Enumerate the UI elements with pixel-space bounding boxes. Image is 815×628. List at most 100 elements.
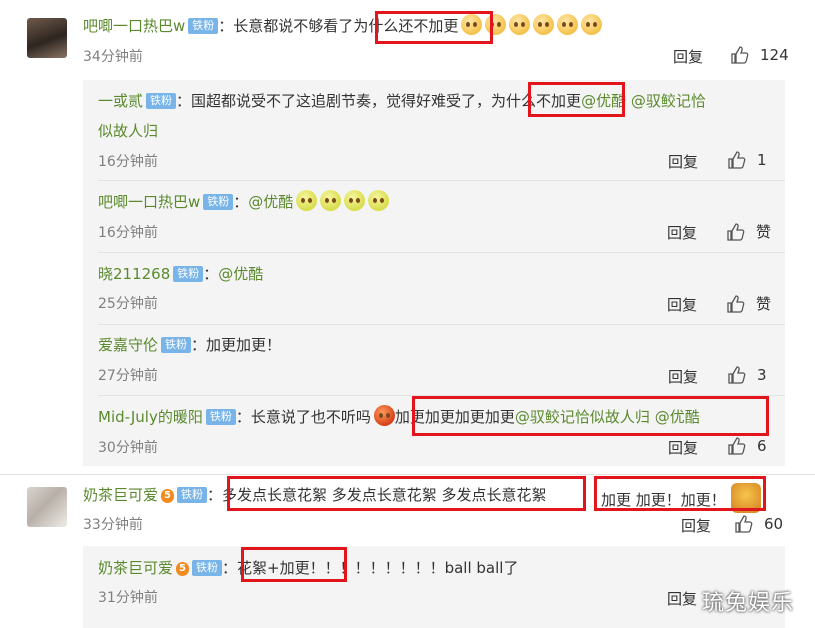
timestamp: 27分钟前 [98,368,158,384]
fan-badge[interactable]: 铁粉 [203,194,234,210]
fan-level-badge[interactable]: 5 [176,562,189,576]
comment-text-highlight: 为什么还不加更 [353,17,459,35]
like-button[interactable]: 赞 [726,221,771,242]
avatar[interactable] [27,487,67,527]
mention-link[interactable]: @优酷 [581,92,626,110]
comment-line: 奶茶巨可爱 5 铁粉 ：多发点长意花絮 多发点长意花絮 多发点长意花絮 [83,486,547,504]
like-count: 3 [757,366,767,384]
timestamp: 33分钟前 [83,517,143,533]
comment-line: 吧唧一口热巴w 铁粉 ：长意都说不够看了为什么还不加更 [83,14,603,38]
pleading-face-icon [485,14,507,35]
fan-badge[interactable]: 铁粉 [146,93,177,109]
thumbs-up-icon [728,151,746,169]
reply-username[interactable]: 一或贰 [98,92,143,110]
like-count: 6 [757,437,767,455]
reply-line: Mid-July的暖阳 铁粉 ：长意说了也不听吗 加更加更加更加更@驭鲛记恰似故人归 … [98,405,700,429]
comment-username[interactable]: 奶茶巨可爱 [83,486,158,504]
watermark: 琉兔娱乐 [702,591,795,616]
like-button[interactable]: 1 [727,150,767,170]
mention-link[interactable]: @优酷 [655,408,700,426]
reply-line-wrap: 似故人归 [98,119,158,143]
timestamp: 25分钟前 [98,296,158,312]
fan-badge[interactable]: 铁粉 [173,266,204,282]
reply-text: 长意说了也不听吗 [250,408,371,426]
thumbs-up-icon [735,515,753,533]
thumbs-up-icon [731,46,749,64]
like-button[interactable]: 124 [730,45,789,65]
fan-level-badge[interactable]: 5 [161,489,174,503]
divider [98,395,785,396]
timestamp: 30分钟前 [98,440,158,456]
pleading-face-icon [557,14,579,35]
mention-link[interactable]: @优酷 [248,193,293,211]
divider [98,324,785,325]
angry-face-icon [373,405,395,426]
comment-text: 长意都说不够看了 [233,17,354,35]
tearful-face-icon [320,190,342,211]
like-label: 赞 [756,295,772,313]
like-count: 60 [764,515,784,533]
reply-button[interactable]: 回复 [668,366,698,387]
comment-text-highlight: 加更 加更！加更！ [601,491,726,509]
reply-username[interactable]: 爱嘉守伦 [98,336,158,354]
timestamp: 34分钟前 [83,49,143,65]
tearful-face-icon [368,190,390,211]
like-button[interactable]: 赞 [726,293,771,314]
reply-text-highlight: 为什么不加更 [491,92,582,110]
comment-text: 多发点长意花絮 多发点长意花絮 多发点长意花絮 [222,486,547,504]
reply-line: 晓211268 铁粉 ：@优酷 [98,265,264,283]
avatar[interactable] [27,18,67,58]
reply-button[interactable]: 回复 [667,222,697,243]
reply-button[interactable]: 回复 [681,515,711,536]
pleading-face-icon [461,14,483,35]
pleading-face-icon [509,14,531,35]
reply-username[interactable]: 奶茶巨可爱 [98,559,173,577]
like-button[interactable]: 60 [734,514,783,534]
reply-button[interactable]: 回复 [667,294,697,315]
like-button[interactable]: 6 [727,436,767,456]
fan-badge[interactable]: 铁粉 [205,409,236,425]
divider [98,252,785,253]
pleading-face-icon [533,14,555,35]
fan-badge[interactable]: 铁粉 [161,337,192,353]
reply-button[interactable]: 回复 [668,437,698,458]
reply-text-highlight: 花絮+加更！ [237,559,325,577]
thumbs-up-icon [727,222,745,241]
fan-badge[interactable]: 铁粉 [188,18,219,34]
mention-link[interactable]: @驭鲛记恰 [631,92,706,110]
timestamp: 16分钟前 [98,154,158,170]
reply-line: 一或贰 铁粉 ：国超都说受不了这追剧节奏，觉得好难受了，为什么不加更@优酷 @驭鲛记… [98,92,706,110]
reply-username[interactable]: 晓211268 [98,265,170,283]
mention-link[interactable]: 似故人归 [98,122,158,140]
tearful-face-icon [296,190,318,211]
fan-badge[interactable]: 铁粉 [176,487,207,503]
reply-text: 加更加更！ [206,336,282,354]
like-button[interactable]: 3 [727,365,767,385]
reply-text: ！！！！！！！！ball ball了 [324,559,519,577]
pleading-face-icon [581,14,603,35]
thumbs-up-icon [728,437,746,455]
reply-line: 奶茶巨可爱 5 铁粉 ：花絮+加更！！！！！！！！！ball ball了 [98,559,519,577]
reply-username[interactable]: Mid-July的暖阳 [98,408,203,426]
mention-link[interactable]: @优酷 [218,265,263,283]
like-count: 1 [757,151,767,169]
like-count: 124 [760,46,789,64]
like-label: 赞 [756,223,772,241]
reply-text-highlight: 加更加更加更加更 [394,408,515,426]
thumbs-up-icon [728,366,746,384]
thumbs-up-icon [727,294,745,313]
reply-button[interactable]: 回复 [667,588,697,609]
reply-username[interactable]: 吧唧一口热巴w [98,193,200,211]
timestamp: 31分钟前 [98,590,158,606]
reply-button[interactable]: 回复 [668,151,698,172]
tearful-face-icon [344,190,366,211]
eating-face-icon [730,483,761,513]
reply-line: 吧唧一口热巴w 铁粉 ：@优酷 [98,190,390,214]
fan-badge[interactable]: 铁粉 [191,560,222,576]
comment-username[interactable]: 吧唧一口热巴w [83,17,185,35]
comment-divider [0,474,815,475]
reply-button[interactable]: 回复 [673,46,703,67]
divider [98,180,785,181]
mention-link[interactable]: @驭鲛记恰似故人归 [515,408,650,426]
timestamp: 16分钟前 [98,225,158,241]
